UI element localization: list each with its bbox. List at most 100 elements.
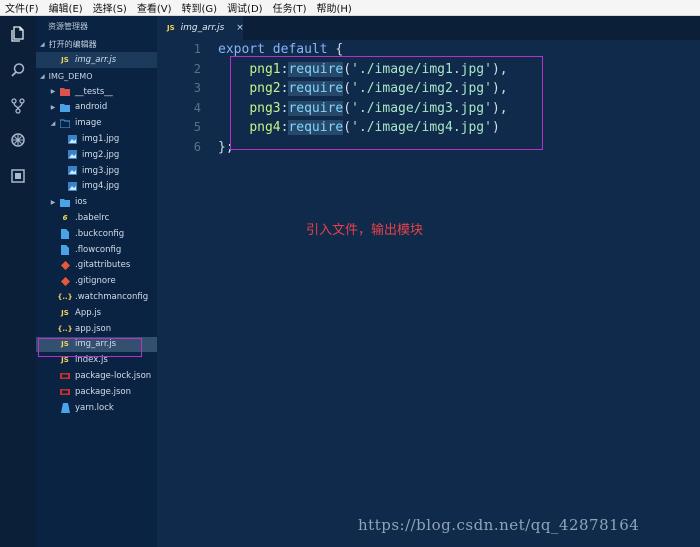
npm-file-icon — [60, 371, 70, 381]
tree-item-label: .gitattributes — [75, 260, 131, 271]
selection-highlight-box — [38, 338, 142, 357]
annotation-text: 引入文件，输出模块 — [306, 223, 424, 238]
folder-icon — [60, 102, 70, 112]
tree-item[interactable]: {..} app.json — [36, 321, 157, 337]
tree-item[interactable]: JS App.js — [36, 305, 157, 321]
tree-item-label: android — [75, 102, 108, 113]
search-icon[interactable] — [8, 60, 28, 80]
tree-item-label: yarn.lock — [75, 402, 114, 413]
menu-item[interactable]: 转到(G) — [177, 0, 223, 15]
chevron-down-icon: ◢ — [40, 41, 45, 48]
chevron-right-icon: ▶ — [50, 88, 56, 96]
tree-item[interactable]: img3.jpg — [36, 163, 157, 179]
chevron-right-icon: ▶ — [50, 103, 56, 111]
config-file-icon — [60, 244, 70, 255]
tab-label: img_arr.js — [180, 23, 225, 33]
tree-item-label: App.js — [75, 307, 102, 318]
line-number: 5 — [193, 120, 201, 134]
tree-item-label: image — [75, 118, 102, 129]
activity-bar — [0, 16, 36, 547]
tree-item-label: .babelrc — [75, 213, 110, 224]
tree-item-label: .buckconfig — [75, 228, 125, 239]
config-file-icon — [60, 228, 70, 239]
project-section[interactable]: ◢ IMG_DEMO — [36, 70, 157, 84]
js-file-icon: JS — [61, 308, 69, 317]
chevron-right-icon: ▶ — [50, 198, 56, 206]
folder-icon — [60, 197, 70, 207]
tree-item-label: package-lock.json — [75, 371, 152, 382]
tree-item-label: package.json — [75, 386, 131, 397]
tree-item[interactable]: img1.jpg — [36, 131, 157, 147]
source-control-icon[interactable] — [8, 96, 28, 116]
open-editor-label: img_arr.js — [75, 54, 117, 65]
tree-item[interactable]: .gitignore — [36, 273, 157, 289]
git-file-icon — [60, 260, 70, 270]
image-file-icon — [67, 181, 77, 191]
tree-item[interactable]: .gitattributes — [36, 258, 157, 274]
git-file-icon — [60, 276, 70, 286]
tree-item-label: img3.jpg — [82, 165, 120, 176]
tree-item[interactable]: package-lock.json — [36, 368, 157, 384]
tree-item-label: img1.jpg — [82, 134, 120, 145]
menu-bar: 文件(F) 编辑(E) 选择(S) 查看(V) 转到(G) 调试(D) 任务(T) 帮助(H) — [0, 0, 700, 16]
tree-item-label: img2.jpg — [82, 149, 120, 160]
json-file-icon: {..} — [57, 293, 73, 302]
image-file-icon — [67, 166, 77, 176]
extensions-icon[interactable] — [8, 166, 28, 186]
tree-item[interactable]: img2.jpg — [36, 147, 157, 163]
tree-item[interactable]: {..} .watchmanconfig — [36, 289, 157, 305]
folder-open-icon — [60, 118, 70, 128]
tree-item[interactable]: .buckconfig — [36, 226, 157, 242]
explorer-title: 资源管理器 — [48, 22, 88, 31]
tab-bar: JS img_arr.js × — [157, 16, 700, 40]
project-label: IMG_DEMO — [48, 71, 93, 81]
tree-item[interactable]: 6 .babelrc — [36, 210, 157, 226]
line-number: 2 — [193, 61, 201, 76]
open-editors-section[interactable]: ◢ 打开的编辑器 — [36, 38, 157, 52]
menu-item[interactable]: 编辑(E) — [44, 0, 88, 15]
files-icon[interactable] — [8, 24, 28, 44]
yarn-file-icon — [60, 402, 70, 413]
menu-item[interactable]: 任务(T) — [268, 0, 312, 15]
tab-img-arr[interactable]: JS img_arr.js × — [157, 16, 244, 40]
menu-item[interactable]: 选择(S) — [88, 0, 132, 15]
line-number: 1 — [193, 42, 201, 56]
tree-item[interactable]: ▶ __tests__ — [36, 84, 157, 100]
tree-item[interactable]: package.json — [36, 384, 157, 400]
tree-item-label: .flowconfig — [75, 244, 122, 255]
chevron-down-icon: ◢ — [50, 119, 56, 127]
menu-item[interactable]: 帮助(H) — [312, 0, 357, 15]
js-file-icon: JS — [61, 55, 69, 64]
line-number: 6 — [193, 139, 201, 154]
tree-item[interactable]: img4.jpg — [36, 179, 157, 195]
code-token: export — [218, 42, 265, 57]
code-token: { — [327, 42, 344, 57]
tree-item-label: __tests__ — [75, 86, 113, 97]
close-icon[interactable]: × — [236, 23, 244, 33]
explorer-sidebar: 资源管理器 ◢ 打开的编辑器 JS img_arr.js ◢ IMG_DEMO … — [36, 16, 157, 547]
folder-red-icon — [60, 87, 70, 97]
babel-file-icon: 6 — [62, 214, 68, 223]
tree-item[interactable]: .flowconfig — [36, 242, 157, 258]
js-file-icon: JS — [167, 24, 175, 32]
tree-item-label: .watchmanconfig — [75, 292, 149, 303]
tree-item-label: .gitignore — [75, 276, 116, 287]
chevron-down-icon: ◢ — [40, 72, 45, 80]
file-tree: ▶ __tests__ ▶ android ◢ image img1.jpg img2.jpg… — [36, 84, 157, 416]
tree-item[interactable]: ▶ android — [36, 100, 157, 116]
menu-item[interactable]: 文件(F) — [0, 0, 44, 15]
line-number: 4 — [193, 100, 201, 115]
open-editor-item[interactable]: JS img_arr.js — [36, 52, 157, 68]
menu-item[interactable]: 调试(D) — [222, 0, 268, 15]
line-number: 3 — [193, 81, 201, 95]
open-editors-label: 打开的编辑器 — [48, 40, 97, 49]
tree-item[interactable]: ◢ image — [36, 115, 157, 131]
debug-icon[interactable] — [8, 130, 28, 150]
json-file-icon: {..} — [57, 324, 73, 333]
tree-item-label: app.json — [75, 323, 112, 334]
menu-item[interactable]: 查看(V) — [132, 0, 177, 15]
tree-item[interactable]: ▶ ios — [36, 194, 157, 210]
watermark: https://blog.csdn.net/qq_42878164 — [358, 516, 640, 534]
tree-item[interactable]: yarn.lock — [36, 400, 157, 416]
npm-file-icon — [60, 387, 70, 397]
